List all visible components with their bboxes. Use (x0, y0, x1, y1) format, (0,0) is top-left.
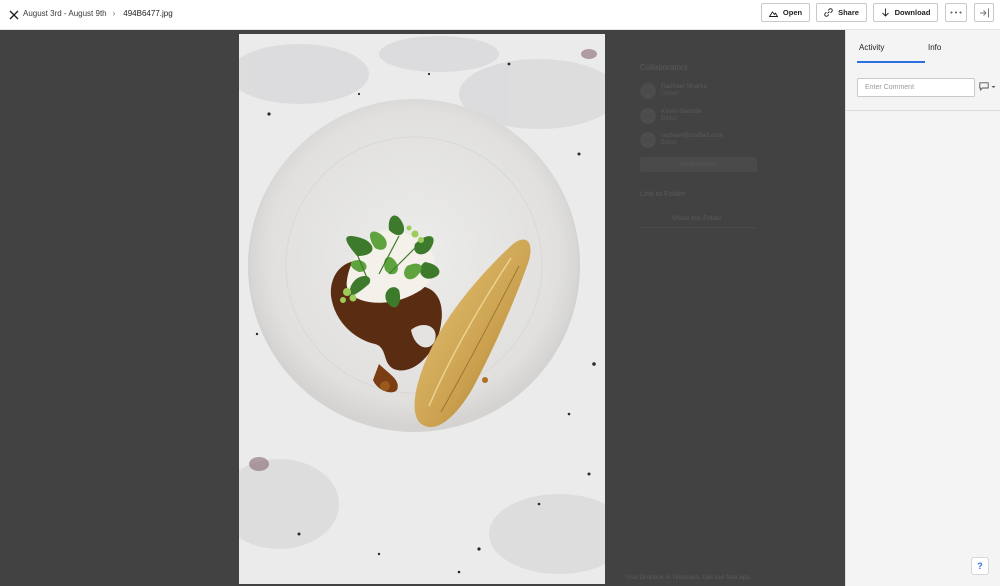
link-to-folder-label: Link to Folder (640, 189, 686, 198)
active-tab-indicator (857, 61, 925, 63)
top-bar: August 3rd - August 9th › 494B6477.jpg O… (0, 0, 1000, 30)
collaborator-name: rachael@crafted.com (661, 132, 723, 139)
download-button-label: Download (894, 8, 931, 17)
image-viewer: Collaborators Rachael Sharke Owner Kevin… (0, 30, 845, 586)
comment-menu-button[interactable] (979, 82, 996, 91)
tab-activity[interactable]: Activity (859, 43, 884, 52)
comment-icon (979, 82, 989, 91)
collaborator-name: Rachael Sharke (661, 83, 708, 90)
avatar (640, 83, 656, 99)
collapse-panel-icon (979, 8, 989, 17)
panel-tabs: Activity Info (846, 30, 1000, 111)
collaborator-role: Editor (661, 140, 677, 146)
preview-image (239, 34, 605, 584)
download-icon (881, 8, 889, 17)
breadcrumb-separator: › (112, 9, 116, 18)
invite-people-button: Invite People (640, 157, 757, 172)
close-button[interactable] (4, 5, 24, 25)
more-icon (950, 11, 962, 14)
footer-promo-text: Use Dropbox in Windows. Get our free app… (626, 574, 752, 581)
open-button-label: Open (782, 8, 803, 17)
avatar (640, 132, 656, 148)
tab-info[interactable]: Info (928, 43, 941, 52)
avatar (640, 108, 656, 124)
share-folder-label: Share this Folder (672, 215, 722, 222)
side-panel: Activity Info ? (845, 30, 1000, 586)
help-icon: ? (977, 561, 983, 571)
collaborator-role: Editor (661, 116, 677, 122)
collapse-panel-button[interactable] (974, 3, 994, 22)
share-button-label: Share (838, 8, 859, 17)
collaborator-name: Kevin Swindle (661, 108, 702, 115)
share-button[interactable]: Share (816, 3, 867, 22)
comment-input[interactable] (857, 78, 975, 97)
help-button[interactable]: ? (971, 557, 989, 575)
divider (640, 227, 757, 228)
open-button[interactable]: Open (761, 3, 810, 22)
more-button[interactable] (945, 3, 967, 22)
food-photo (239, 34, 605, 584)
download-button[interactable]: Download (873, 3, 938, 22)
file-name: 494B6477.jpg (123, 9, 173, 18)
link-icon (824, 8, 833, 17)
breadcrumb: August 3rd - August 9th › 494B6477.jpg (23, 9, 173, 18)
close-icon (9, 10, 19, 20)
chevron-down-icon (991, 85, 996, 88)
open-with-app-icon (768, 10, 778, 17)
collaborator-role: Owner (661, 91, 679, 97)
collaborators-title: Collaborators (640, 63, 688, 72)
invite-people-label: Invite People (679, 161, 718, 168)
breadcrumb-folder-link[interactable]: August 3rd - August 9th (23, 9, 107, 18)
